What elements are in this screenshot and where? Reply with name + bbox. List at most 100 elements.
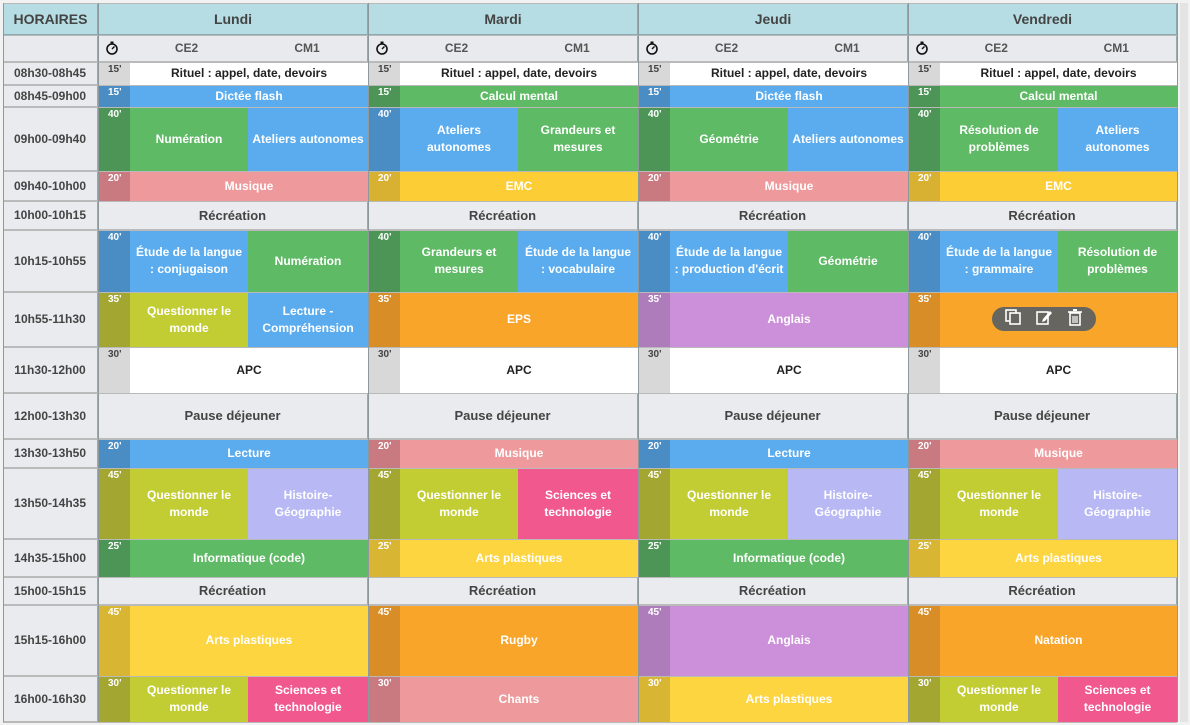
activity-cell[interactable]: APC <box>670 347 908 393</box>
activity-cm1[interactable]: Numération <box>248 230 368 292</box>
activity-cell[interactable]: Arts plastiques <box>130 605 368 676</box>
activity-cell[interactable]: Rituel : appel, date, devoirs <box>400 62 638 85</box>
activity-cm1[interactable]: Sciences et technologie <box>1058 676 1177 722</box>
activity-cell[interactable]: Dictée flash <box>130 85 368 107</box>
activity-cell[interactable]: Informatique (code) <box>670 539 908 577</box>
activity-cm1[interactable]: Sciences et technologie <box>248 676 368 722</box>
recess-cell: Pause déjeuner <box>638 393 908 439</box>
stopwatch-icon <box>98 35 126 62</box>
level-ce2: CE2 <box>666 35 787 62</box>
activity-ce2[interactable]: Numération <box>130 107 248 171</box>
duration-badge: 45' <box>908 605 940 676</box>
duration-badge: 20' <box>638 439 670 468</box>
activity-cm1[interactable]: Étude de la langue : vocabulaire <box>518 230 638 292</box>
activity-cell[interactable]: Chants <box>400 676 638 722</box>
level-ce2: CE2 <box>396 35 517 62</box>
day-header-3: Vendredi <box>908 3 1177 35</box>
activity-cell[interactable]: Arts plastiques <box>940 539 1177 577</box>
activity-cell[interactable]: Calcul mental <box>940 85 1177 107</box>
activity-cell[interactable]: Lecture <box>130 439 368 468</box>
activity-cm1[interactable]: Histoire-Géographie <box>788 468 908 539</box>
edit-icon[interactable] <box>1035 308 1053 331</box>
activity-cell[interactable]: Lecture <box>670 439 908 468</box>
activity-cm1[interactable]: Lecture - Compréhension <box>248 292 368 347</box>
activity-cell[interactable]: EMC <box>400 171 638 201</box>
activity-cell[interactable]: Musique <box>400 439 638 468</box>
duration-badge: 45' <box>638 605 670 676</box>
activity-cell[interactable]: Rituel : appel, date, devoirs <box>670 62 908 85</box>
duration-badge: 15' <box>638 62 670 85</box>
activity-cell[interactable]: EMC <box>940 171 1177 201</box>
activity-cell[interactable]: Musique <box>130 171 368 201</box>
activity-cm1[interactable]: Grandeurs et mesures <box>518 107 638 171</box>
activity-ce2[interactable]: Questionner le monde <box>940 676 1058 722</box>
time-label: 08h45-09h00 <box>3 85 98 107</box>
activity-ce2[interactable]: Questionner le monde <box>130 676 248 722</box>
activity-ce2[interactable]: Étude de la langue : production d'écrit <box>670 230 788 292</box>
recess-cell: Récréation <box>368 201 638 230</box>
activity-cell[interactable]: APC <box>400 347 638 393</box>
duplicate-icon[interactable] <box>1004 308 1022 331</box>
activity-cell[interactable]: APC <box>130 347 368 393</box>
activity-ce2[interactable]: Ateliers autonomes <box>400 107 518 171</box>
activity-cell[interactable]: Dictée flash <box>670 85 908 107</box>
activity-ce2[interactable]: Questionner le monde <box>130 292 248 347</box>
activity-ce2[interactable]: Questionner le monde <box>670 468 788 539</box>
duration-badge: 15' <box>638 85 670 107</box>
activity-cm1[interactable]: Histoire-Géographie <box>1058 468 1177 539</box>
activity-ce2[interactable]: Grandeurs et mesures <box>400 230 518 292</box>
recess-cell: Récréation <box>98 577 368 605</box>
time-label: 14h35-15h00 <box>3 539 98 577</box>
duration-badge: 30' <box>368 676 400 722</box>
activity-cell[interactable]: Natation <box>940 605 1177 676</box>
duration-badge: 45' <box>368 605 400 676</box>
activity-cm1[interactable]: Histoire-Géographie <box>248 468 368 539</box>
activity-cm1[interactable]: Ateliers autonomes <box>1058 107 1177 171</box>
duration-badge: 45' <box>638 468 670 539</box>
recess-cell: Récréation <box>98 201 368 230</box>
duration-badge: 40' <box>368 230 400 292</box>
recess-cell: Pause déjeuner <box>98 393 368 439</box>
activity-ce2[interactable]: Questionner le monde <box>130 468 248 539</box>
activity-ce2[interactable]: Questionner le monde <box>400 468 518 539</box>
activity-ce2[interactable]: Étude de la langue : grammaire <box>940 230 1058 292</box>
activity-ce2[interactable]: Questionner le monde <box>940 468 1058 539</box>
activity-cell[interactable]: Anglais <box>670 605 908 676</box>
delete-icon[interactable] <box>1066 308 1084 331</box>
activity-cell[interactable]: Anglais <box>670 292 908 347</box>
activity-cm1[interactable]: Ateliers autonomes <box>248 107 368 171</box>
activity-ce2[interactable]: Étude de la langue : conjugaison <box>130 230 248 292</box>
activity-cell[interactable]: Informatique (code) <box>130 539 368 577</box>
duration-badge: 40' <box>908 230 940 292</box>
activity-cell[interactable]: Rugby <box>400 605 638 676</box>
duration-badge: 30' <box>638 676 670 722</box>
duration-badge: 35' <box>638 292 670 347</box>
activity-cell[interactable]: Arts plastiques <box>670 676 908 722</box>
activity-cm1[interactable]: Résolution de problèmes <box>1058 230 1177 292</box>
activity-cell[interactable]: APC <box>940 347 1177 393</box>
day-header-1: Mardi <box>368 3 638 35</box>
activity-cm1[interactable]: Ateliers autonomes <box>788 107 908 171</box>
duration-badge: 35' <box>368 292 400 347</box>
activity-cell[interactable]: EPS <box>400 292 638 347</box>
activity-cell[interactable]: Calcul mental <box>400 85 638 107</box>
recess-cell: Récréation <box>908 577 1177 605</box>
time-label: 08h30-08h45 <box>3 62 98 85</box>
activity-cell[interactable]: Arts plastiques <box>400 539 638 577</box>
duration-badge: 45' <box>98 468 130 539</box>
activity-cell[interactable]: Musique <box>670 171 908 201</box>
activity-cm1[interactable]: Sciences et technologie <box>518 468 638 539</box>
activity-cm1[interactable]: Géométrie <box>788 230 908 292</box>
activity-cell[interactable]: Rituel : appel, date, devoirs <box>130 62 368 85</box>
activity-ce2[interactable]: Résolution de problèmes <box>940 107 1058 171</box>
duration-badge: 30' <box>98 347 130 393</box>
activity-ce2[interactable]: Géométrie <box>670 107 788 171</box>
duration-badge: 40' <box>638 230 670 292</box>
duration-badge: 20' <box>98 439 130 468</box>
vertical-scrollbar[interactable] <box>1180 3 1188 722</box>
time-label: 10h55-11h30 <box>3 292 98 347</box>
subheader-corner <box>3 35 98 62</box>
recess-cell: Pause déjeuner <box>368 393 638 439</box>
activity-cell[interactable]: Musique <box>940 439 1177 468</box>
activity-cell[interactable]: Rituel : appel, date, devoirs <box>940 62 1177 85</box>
